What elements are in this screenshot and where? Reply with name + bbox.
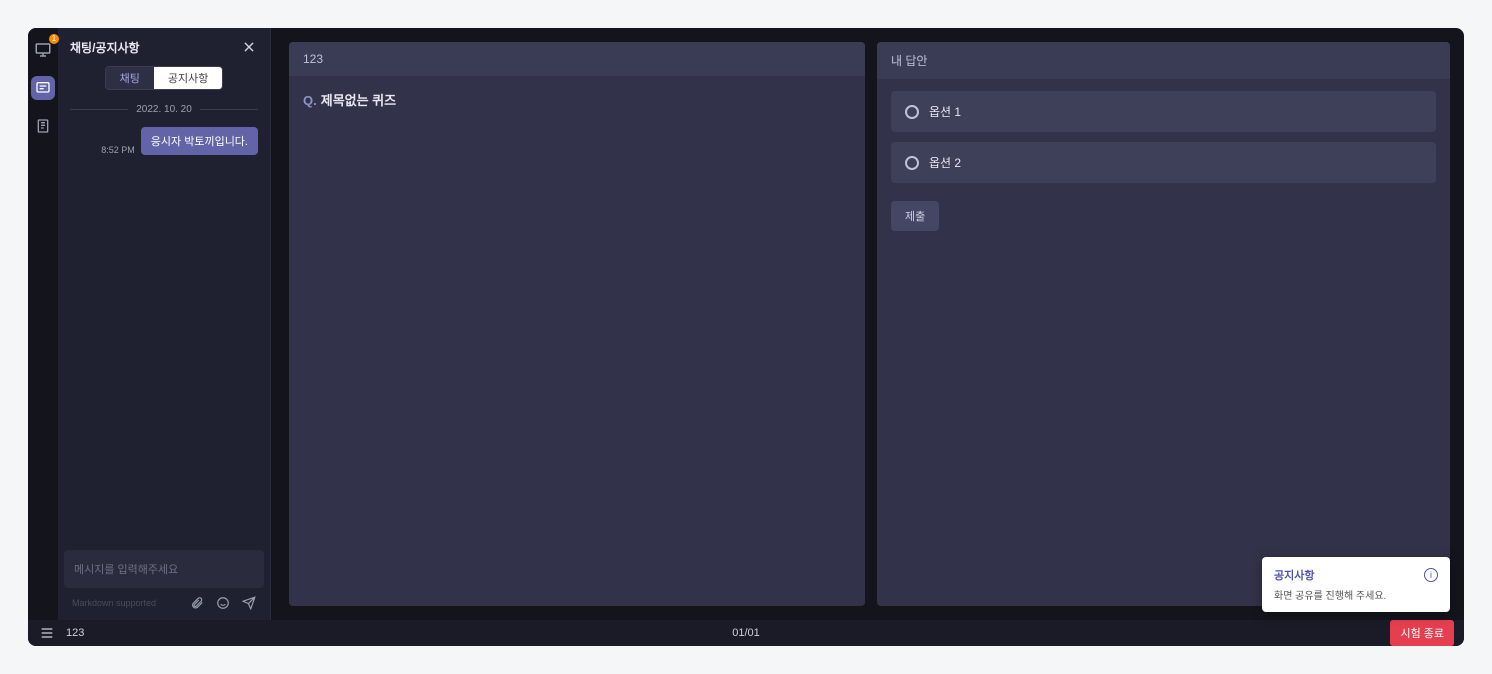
app-window: 1 채팅/공지사항 채팅 공지사항 <box>28 28 1464 646</box>
chat-footer: Markdown supported <box>58 590 270 620</box>
answer-option[interactable]: 옵션 1 <box>891 91 1436 132</box>
question-text: 제목없는 퀴즈 <box>321 93 396 108</box>
answer-panel-head: 내 답안 <box>877 42 1450 79</box>
chat-panel: 채팅/공지사항 채팅 공지사항 2022. 10. 20 8:52 PM 응시자… <box>58 28 271 620</box>
tab-chat[interactable]: 채팅 <box>106 67 154 89</box>
chat-message-row: 8:52 PM 응시자 박토끼입니다. <box>58 121 270 161</box>
question-panel: 123 Q. 제목없는 퀴즈 <box>289 42 865 606</box>
chat-input[interactable] <box>74 564 254 576</box>
close-icon[interactable] <box>240 38 258 56</box>
content-area: 123 Q. 제목없는 퀴즈 내 답안 옵션 1 옵션 2 <box>271 28 1464 620</box>
tab-notice[interactable]: 공지사항 <box>154 67 222 89</box>
answer-option[interactable]: 옵션 2 <box>891 142 1436 183</box>
radio-icon <box>905 105 919 119</box>
option-label: 옵션 2 <box>929 154 961 171</box>
end-exam-button[interactable]: 시험 종료 <box>1390 620 1454 646</box>
chat-tabs: 채팅 공지사항 <box>58 66 270 98</box>
radio-icon <box>905 156 919 170</box>
send-icon[interactable] <box>242 596 256 610</box>
chat-title: 채팅/공지사항 <box>70 39 140 56</box>
chat-date-label: 2022. 10. 20 <box>136 104 192 115</box>
attach-icon[interactable] <box>190 596 204 610</box>
info-icon[interactable]: i <box>1424 568 1438 582</box>
rail-chat-button[interactable] <box>31 76 55 100</box>
chat-message-time: 8:52 PM <box>101 145 135 155</box>
chat-header: 채팅/공지사항 <box>58 28 270 66</box>
footer-title: 123 <box>66 627 84 639</box>
emoji-icon[interactable] <box>216 596 230 610</box>
option-label: 옵션 1 <box>929 103 961 120</box>
footer-bar: 123 01/01 시험 종료 <box>28 620 1464 646</box>
chat-message-bubble: 응시자 박토끼입니다. <box>141 127 258 155</box>
main-area: 1 채팅/공지사항 채팅 공지사항 <box>28 28 1464 620</box>
chat-input-container <box>64 550 264 588</box>
question-title: Q. 제목없는 퀴즈 <box>303 90 851 109</box>
toast-title: 공지사항 <box>1274 567 1314 583</box>
rail-monitor-button[interactable]: 1 <box>31 38 55 62</box>
left-rail: 1 <box>28 28 58 620</box>
answer-panel: 내 답안 옵션 1 옵션 2 제출 <box>877 42 1450 606</box>
chat-support-label: Markdown supported <box>72 598 156 608</box>
rail-notification-badge: 1 <box>49 34 59 44</box>
rail-notes-button[interactable] <box>31 114 55 138</box>
question-panel-head: 123 <box>289 42 865 76</box>
footer-page: 01/01 <box>732 627 760 639</box>
menu-icon[interactable] <box>38 625 56 641</box>
chat-date-divider: 2022. 10. 20 <box>70 104 258 115</box>
submit-button[interactable]: 제출 <box>891 201 939 231</box>
notice-toast: 공지사항 i 화면 공유를 진행해 주세요. <box>1262 557 1450 612</box>
question-prefix: Q. <box>303 93 317 108</box>
toast-body: 화면 공유를 진행해 주세요. <box>1274 587 1438 602</box>
